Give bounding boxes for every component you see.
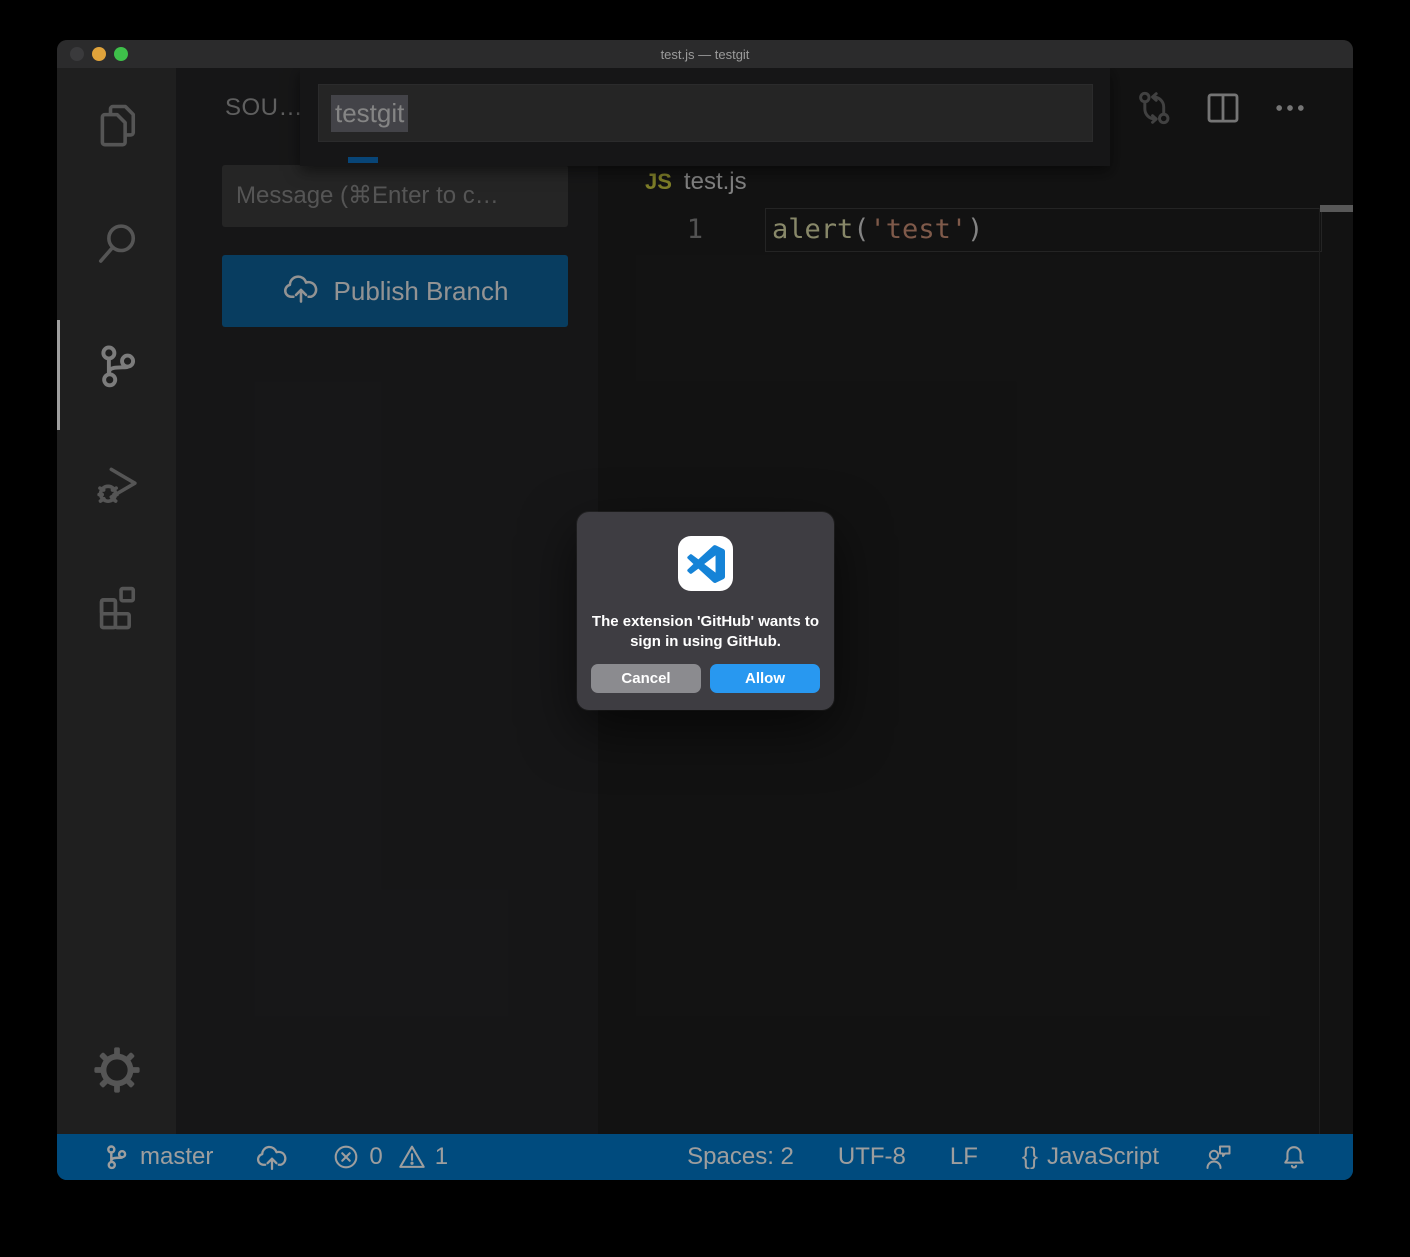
traffic-lights: [70, 40, 128, 68]
allow-button[interactable]: Allow: [710, 664, 820, 693]
extension-signin-dialog: The extension 'GitHub' wants to sign in …: [577, 512, 834, 710]
vscode-app-icon: [678, 536, 733, 591]
title-bar: test.js — testgit: [57, 40, 1353, 68]
minimize-button[interactable]: [92, 47, 106, 61]
window-title: test.js — testgit: [661, 47, 750, 62]
zoom-button[interactable]: [114, 47, 128, 61]
dialog-message-line1: The extension 'GitHub' wants to: [587, 612, 824, 632]
dialog-message-line2: sign in using GitHub.: [587, 632, 824, 652]
dialog-message: The extension 'GitHub' wants to sign in …: [587, 612, 824, 652]
close-button[interactable]: [70, 47, 84, 61]
cancel-button[interactable]: Cancel: [591, 664, 701, 693]
